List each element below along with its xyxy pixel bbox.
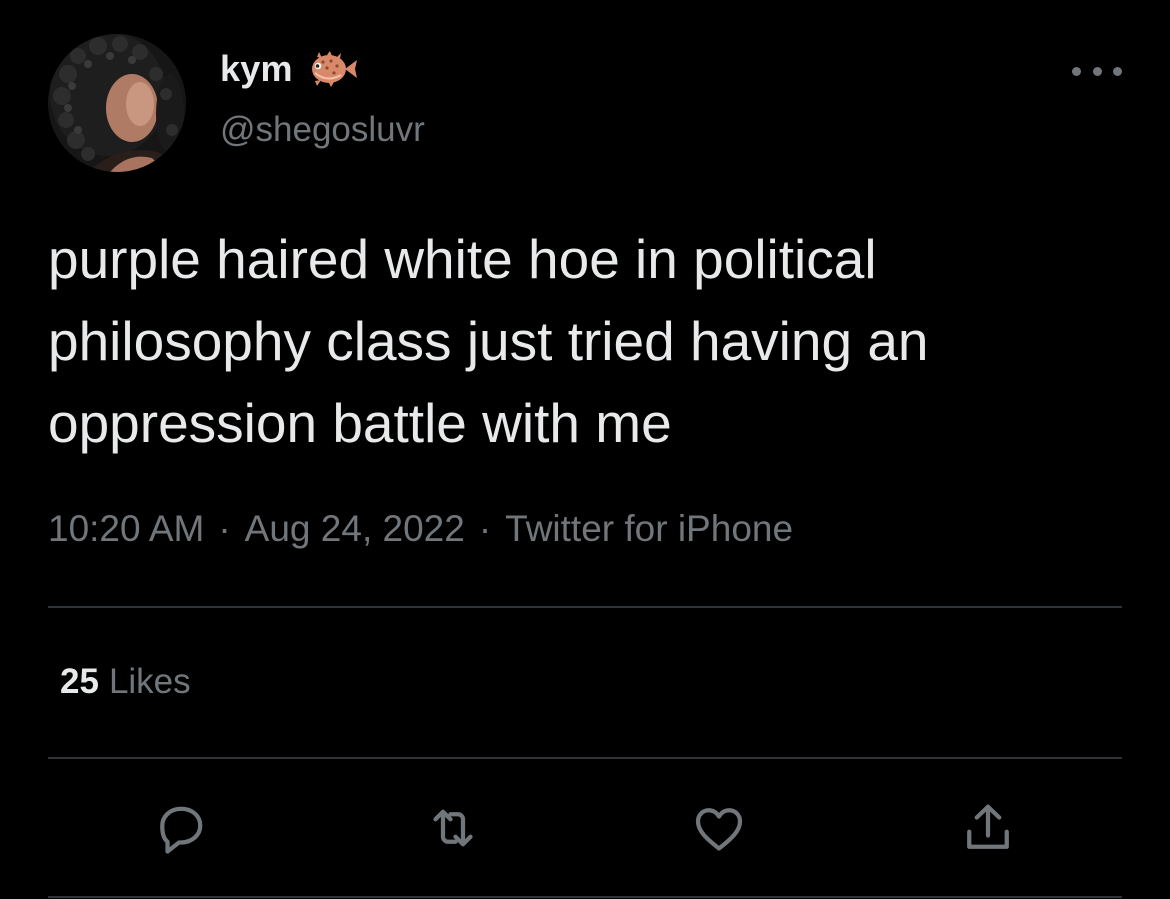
reply-button[interactable] (148, 795, 214, 861)
profile-photo (48, 34, 186, 172)
likes-count: 25 (60, 662, 99, 701)
tweet-text: purple haired white hoe in political phi… (48, 218, 1138, 464)
tweet-source: Twitter for iPhone (505, 508, 794, 549)
share-button[interactable] (955, 795, 1021, 861)
meta-separator: · (478, 508, 492, 549)
retweet-button[interactable] (420, 795, 486, 861)
avatar[interactable] (48, 34, 186, 172)
likes-label: Likes (108, 662, 191, 701)
more-dot (1072, 66, 1081, 76)
tweet-meta: 10:20 AM · Aug 24, 2022 · Twitter for iPhone (48, 508, 793, 550)
tweet-text-line: purple haired white hoe in political (48, 228, 877, 290)
tweet-text-line: philosophy class just tried having an (48, 310, 929, 372)
author-name-row: kym (220, 48, 359, 90)
share-icon (967, 804, 1009, 849)
like-button[interactable] (686, 795, 752, 861)
divider (48, 896, 1122, 898)
blowfish-icon (311, 51, 357, 87)
retweet-icon (433, 809, 473, 847)
tweet-time[interactable]: 10:20 AM (48, 508, 204, 549)
tweet-date[interactable]: Aug 24, 2022 (245, 508, 465, 549)
likes-stat[interactable]: 25 Likes (60, 662, 191, 702)
heart-icon (695, 808, 743, 851)
display-name[interactable]: kym (220, 48, 293, 90)
divider (48, 606, 1122, 608)
more-dot (1113, 66, 1122, 76)
more-icon[interactable] (1072, 56, 1122, 86)
user-handle[interactable]: @shegosluvr (220, 110, 425, 150)
meta-separator: · (218, 508, 231, 549)
more-dot (1092, 66, 1102, 76)
tweet-text-line: oppression battle with me (48, 392, 672, 454)
reply-icon (160, 806, 203, 854)
tweet-detail: kym @shegosluvr purple haired white hoe … (0, 0, 1170, 899)
divider (48, 757, 1122, 759)
